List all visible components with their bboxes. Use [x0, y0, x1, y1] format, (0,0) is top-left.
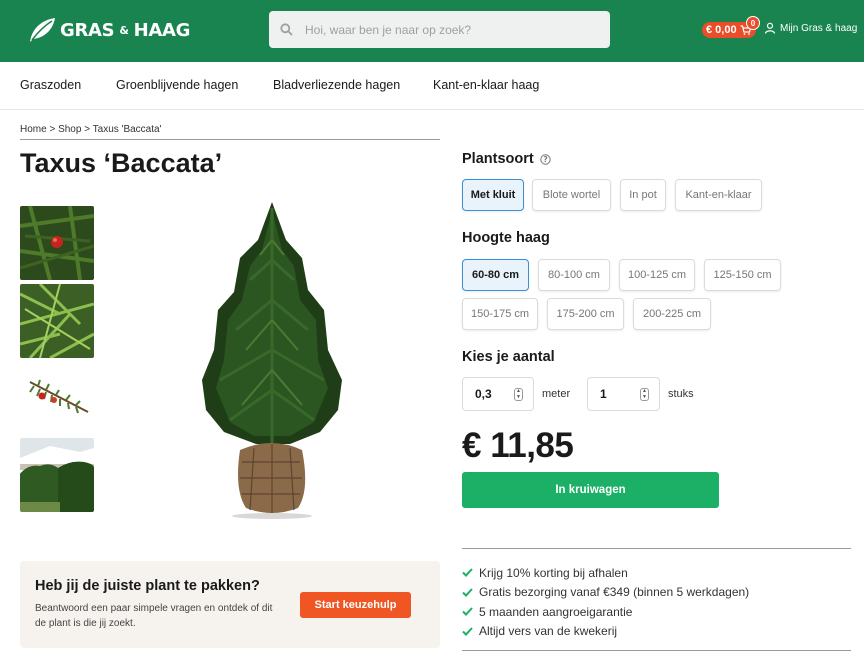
start-keuzehulp-button[interactable]: Start keuzehulp	[300, 592, 411, 618]
meter-unit-label: meter	[542, 388, 571, 400]
option-125-150[interactable]: 125-150 cm	[704, 259, 781, 291]
option-80-100[interactable]: 80-100 cm	[538, 259, 610, 291]
option-kant-en-klaar[interactable]: Kant-en-klaar	[675, 179, 762, 211]
check-icon	[462, 588, 473, 597]
hoogte-title: Hoogte haag	[462, 230, 550, 246]
meter-input[interactable]: 0,3 ▲ ▼	[462, 377, 534, 411]
usp-text: Gratis bezorging vanaf €349 (binnen 5 we…	[479, 585, 750, 600]
plantsoort-heading: Plantsoort ?	[462, 151, 551, 167]
usp-list: Krijg 10% korting bij afhalen Gratis bez…	[462, 548, 851, 641]
product-price: € 11,85	[462, 426, 574, 465]
nav-item-graszoden[interactable]: Graszoden	[20, 78, 81, 92]
help-icon[interactable]: ?	[540, 153, 551, 165]
option-blote-wortel[interactable]: Blote wortel	[532, 179, 611, 211]
stuks-input[interactable]: 1 ▲ ▼	[587, 377, 660, 411]
plantsoort-title: Plantsoort	[462, 151, 534, 167]
nav-item-bladverliezende-hagen[interactable]: Bladverliezende hagen	[273, 78, 400, 92]
keuzehulp-title: Heb jij de juiste plant te pakken?	[35, 578, 260, 594]
check-icon	[462, 568, 473, 578]
usp-text: 5 maanden aangroeigarantie	[479, 604, 633, 619]
product-image	[202, 202, 342, 519]
thumbnail-berries-image	[20, 206, 94, 280]
option-100-125[interactable]: 100-125 cm	[619, 259, 695, 291]
option-in-pot[interactable]: In pot	[620, 179, 666, 211]
meter-stepper-icon[interactable]: ▲ ▼	[514, 388, 523, 401]
site-header: GRAS & HAAG € 0,00 0 Mijn Gras & haag	[0, 0, 864, 62]
search-input[interactable]	[305, 22, 585, 37]
logo-text-haag: HAAG	[133, 19, 191, 41]
svg-text:?: ?	[543, 155, 547, 164]
check-icon	[462, 607, 473, 617]
search-icon	[280, 23, 293, 36]
page-title: Taxus ‘Baccata’	[20, 148, 223, 178]
option-200-225[interactable]: 200-225 cm	[633, 298, 711, 330]
usp-item: 5 maanden aangroeigarantie	[462, 602, 851, 622]
stuks-unit-label: stuks	[668, 388, 694, 400]
thumbnail-1[interactable]	[20, 206, 94, 280]
leaf-logo-icon	[30, 18, 55, 42]
cart-total: € 0,00	[706, 24, 737, 36]
usp-text: Altijd vers van de kwekerij	[479, 624, 618, 639]
option-60-80[interactable]: 60-80 cm	[462, 259, 529, 291]
nav-item-groenblijvende-hagen[interactable]: Groenblijvende hagen	[116, 78, 238, 92]
usp-item: Altijd vers van de kwekerij	[462, 622, 851, 642]
option-met-kluit[interactable]: Met kluit	[462, 179, 524, 211]
keuzehulp-box: Heb jij de juiste plant te pakken? Beant…	[20, 561, 440, 648]
option-150-175[interactable]: 150-175 cm	[462, 298, 538, 330]
hoogte-heading: Hoogte haag	[462, 230, 550, 246]
thumbnail-foliage-image	[20, 284, 94, 358]
account-label: Mijn Gras & haag	[780, 22, 858, 34]
thumbnail-4[interactable]	[20, 438, 94, 512]
logo-text-gras: GRAS	[60, 19, 115, 41]
stuks-stepper-icon[interactable]: ▲ ▼	[640, 388, 649, 401]
search-bar	[269, 11, 610, 48]
user-icon	[764, 22, 776, 34]
option-175-200[interactable]: 175-200 cm	[547, 298, 624, 330]
thumbnail-branch-image	[20, 362, 94, 436]
stuks-value: 1	[600, 387, 607, 401]
nav-item-kant-en-klaar-haag[interactable]: Kant-en-klaar haag	[433, 78, 539, 92]
keuzehulp-text: Beantwoord een paar simpele vragen en on…	[35, 603, 273, 629]
account-link[interactable]: Mijn Gras & haag	[764, 22, 857, 34]
cart-count-badge: 0	[746, 16, 760, 30]
main-nav: Graszoden Groenblijvende hagen Bladverli…	[0, 62, 864, 110]
aantal-title: Kies je aantal	[462, 349, 555, 365]
breadcrumb[interactable]: Home > Shop > Taxus 'Baccata'	[20, 124, 440, 140]
logo-text-amp: &	[119, 23, 129, 37]
add-to-cart-button[interactable]: In kruiwagen	[462, 472, 719, 508]
usp-item: Krijg 10% korting bij afhalen	[462, 563, 851, 583]
usp-divider	[462, 650, 851, 651]
check-icon	[462, 627, 473, 636]
thumbnail-2[interactable]	[20, 284, 94, 358]
thumbnail-3[interactable]	[20, 362, 94, 436]
usp-item: Gratis bezorging vanaf €349 (binnen 5 we…	[462, 583, 851, 603]
aantal-heading: Kies je aantal	[462, 349, 555, 365]
thumbnail-hedge-image	[20, 438, 94, 512]
logo[interactable]: GRAS & HAAG	[28, 16, 190, 44]
meter-value: 0,3	[475, 387, 492, 401]
usp-text: Krijg 10% korting bij afhalen	[479, 565, 628, 580]
